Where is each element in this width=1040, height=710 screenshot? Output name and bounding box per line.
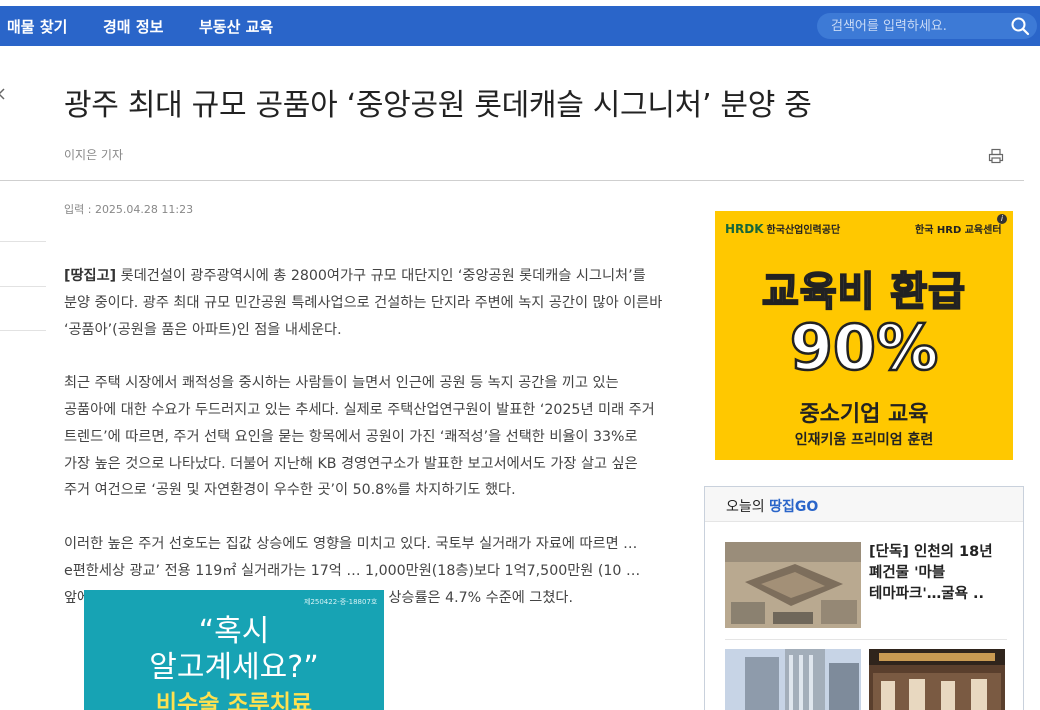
article-paragraph: 최근 주택 시장에서 쾌적성을 중시하는 사람들이 늘면서 인근에 공원 등 녹… (64, 375, 655, 499)
today-news-header: 오늘의 땅집GO (705, 487, 1023, 522)
popup-ad-highlight: 비수술 조루치료 (155, 691, 313, 710)
reporter-name[interactable]: 이지은 기자 (64, 146, 123, 163)
news-headline-link[interactable]: [단독] 인천의 18년 폐건물 '마블 테마파크'…굴욕 .. (869, 542, 1009, 605)
education-ad-banner[interactable]: HRDK 한국산업인력공단 한국 HRD 교육센터 i 교육비 환급 90% 중소… (715, 211, 1013, 460)
ad-center-logo: 한국 HRD 교육센터 (915, 225, 1002, 236)
ad-subtitle: 중소기업 교육 (799, 402, 929, 427)
today-news-box: 오늘의 땅집GO [단독] 인천의 18년 폐건물 '마블 테마파크'…굴욕 .… (704, 486, 1024, 710)
today-news-title: 오늘의 땅집GO (726, 499, 819, 515)
chevron-left-icon[interactable] (0, 88, 5, 100)
top-nav: 매물 찾기 경매 정보 부동산 교육 (0, 6, 1040, 46)
nav-item-education[interactable]: 부동산 교육 (199, 16, 273, 37)
news-thumbnail-image[interactable] (869, 649, 1005, 710)
article-tag: [땅집고] (64, 268, 117, 284)
search-icon[interactable] (1010, 16, 1030, 36)
left-rail-divider (0, 286, 46, 287)
search-input[interactable] (831, 16, 1001, 36)
article-body: [땅집고] 롯데건설이 광주광역시에 총 2800여가구 규모 대단지인 ‘중앙… (64, 263, 664, 638)
ad-percent: 90% (789, 310, 940, 386)
article-headline: 광주 최대 규모 공품아 ‘중앙공원 롯데캐슬 시그니처’ 분양 중 (64, 88, 812, 123)
news-thumbnail-image[interactable] (725, 542, 861, 628)
publish-date: 입력 : 2025.04.28 11:23 (64, 203, 194, 216)
print-icon[interactable] (988, 148, 1004, 164)
article-paragraph: [땅집고] 롯데건설이 광주광역시에 총 2800여가구 규모 대단지인 ‘중앙… (64, 268, 663, 338)
news-thumbnail-image[interactable] (725, 649, 861, 710)
header-divider (0, 180, 1024, 181)
left-rail-divider (0, 330, 46, 331)
clinic-popup-ad[interactable]: 제250422-중-18807호 “혹시 알고계세요?” 비수술 조루치료 (84, 590, 384, 710)
ad-info-icon[interactable]: i (997, 214, 1007, 224)
nav-item-auction[interactable]: 경매 정보 (103, 16, 163, 37)
ad-caption: 인재키움 프리미엄 훈련 (794, 432, 934, 448)
news-separator (725, 639, 1007, 640)
hrdk-logo: HRDK 한국산업인력공단 (725, 222, 841, 236)
popup-ad-line: 알고계세요?” (149, 650, 319, 685)
search-box (817, 13, 1037, 39)
ad-headline: 교육비 환급 (761, 268, 966, 316)
left-rail-divider (0, 241, 46, 242)
nav-item-listings[interactable]: 매물 찾기 (7, 16, 67, 37)
